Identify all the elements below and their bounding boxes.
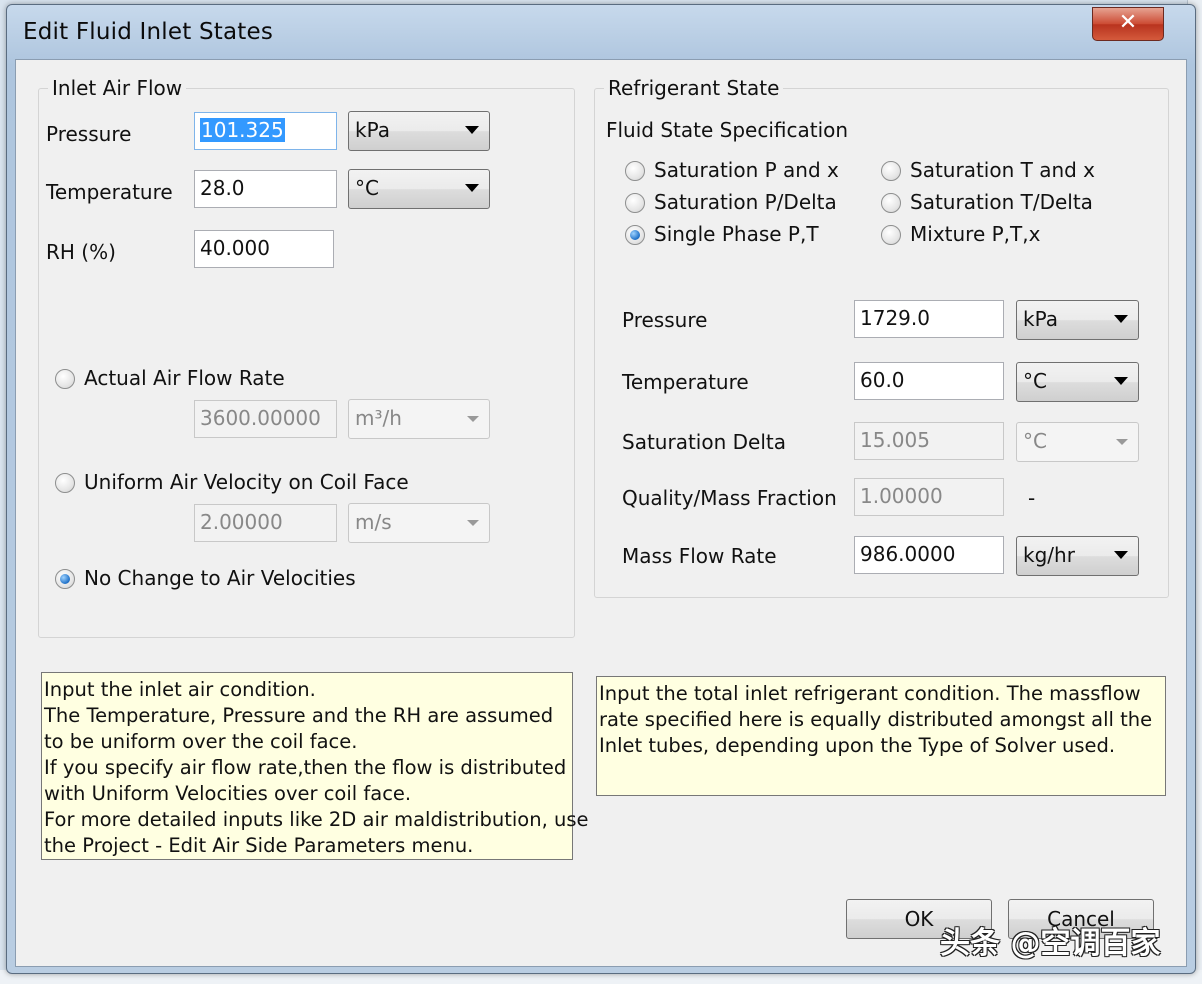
saturation-t-and-x-label: Saturation T and x xyxy=(910,158,1096,182)
close-button[interactable]: ✕ xyxy=(1092,7,1164,41)
quality-label: Quality/Mass Fraction xyxy=(622,486,837,510)
ref-pressure-value: 1729.0 xyxy=(860,306,930,330)
radio-saturation-p-delta[interactable] xyxy=(625,193,645,213)
single-phase-pt-label: Single Phase P,T xyxy=(654,222,819,246)
air-rh-value: 40.000 xyxy=(200,236,270,260)
air-pressure-unit-select[interactable]: kPa xyxy=(348,111,490,151)
radio-saturation-p-and-x[interactable] xyxy=(625,161,645,181)
radio-actual-air-flow-rate[interactable] xyxy=(55,369,75,389)
air-pressure-input[interactable]: 101.325 xyxy=(194,112,337,150)
chevron-down-icon xyxy=(1114,315,1128,323)
mixture-ptx-label: Mixture P,T,x xyxy=(910,222,1041,246)
sat-delta-unit-value: °C xyxy=(1023,429,1047,453)
ref-temperature-unit-select[interactable]: °C xyxy=(1016,362,1139,402)
radio-single-phase-pt[interactable] xyxy=(625,225,645,245)
ref-pressure-unit-select[interactable]: kPa xyxy=(1016,300,1139,340)
air-pressure-value: 101.325 xyxy=(200,118,285,142)
radio-uniform-air-velocity[interactable] xyxy=(55,473,75,493)
air-temperature-value: 28.0 xyxy=(200,176,245,200)
sat-delta-label: Saturation Delta xyxy=(622,430,786,454)
ref-temperature-value: 60.0 xyxy=(860,368,905,392)
refrigerant-help-text: Input the total inlet refrigerant condit… xyxy=(596,676,1166,796)
actual-air-flow-rate-input[interactable]: 3600.00000 xyxy=(194,400,337,438)
air-temperature-unit-value: °C xyxy=(355,176,379,200)
close-icon: ✕ xyxy=(1118,10,1138,35)
chevron-down-icon xyxy=(465,184,479,192)
actual-air-flow-rate-unit: m³/h xyxy=(355,406,402,430)
air-temperature-label: Temperature xyxy=(46,180,173,204)
mass-flow-label: Mass Flow Rate xyxy=(622,544,777,568)
mass-flow-value: 986.0000 xyxy=(860,542,956,566)
saturation-p-delta-label: Saturation P/Delta xyxy=(654,190,837,214)
actual-air-flow-rate-label: Actual Air Flow Rate xyxy=(84,366,285,390)
sat-delta-input[interactable]: 15.005 xyxy=(854,422,1004,460)
no-change-air-velocities-label: No Change to Air Velocities xyxy=(84,566,356,590)
ref-pressure-label: Pressure xyxy=(622,308,708,332)
mass-flow-unit-select[interactable]: kg/hr xyxy=(1016,536,1139,576)
watermark: 头条 @空调百家 xyxy=(940,926,1161,961)
quality-input[interactable]: 1.00000 xyxy=(854,478,1004,516)
uniform-air-velocity-unit-select[interactable]: m/s xyxy=(348,503,490,543)
chevron-down-icon xyxy=(467,416,479,422)
saturation-p-and-x-label: Saturation P and x xyxy=(654,158,839,182)
actual-air-flow-rate-value: 3600.00000 xyxy=(200,406,321,430)
air-pressure-label: Pressure xyxy=(46,122,132,146)
chevron-down-icon xyxy=(467,520,479,526)
refrigerant-group-label: Refrigerant State xyxy=(604,76,784,100)
ref-pressure-input[interactable]: 1729.0 xyxy=(854,300,1004,338)
air-group-label: Inlet Air Flow xyxy=(48,76,187,100)
fluid-state-spec-label: Fluid State Specification xyxy=(606,118,849,142)
chevron-down-icon xyxy=(1114,551,1128,559)
sat-delta-value: 15.005 xyxy=(860,428,930,452)
ref-temperature-label: Temperature xyxy=(622,370,749,394)
mass-flow-input[interactable]: 986.0000 xyxy=(854,536,1004,574)
uniform-air-velocity-value: 2.00000 xyxy=(200,510,283,534)
air-rh-label: RH (%) xyxy=(46,240,116,264)
quality-unit: - xyxy=(1028,486,1036,510)
title-bar[interactable]: Edit Fluid Inlet States ✕ xyxy=(7,5,1195,59)
air-rh-input[interactable]: 40.000 xyxy=(194,230,334,268)
dialog-client-area: Inlet Air Flow Pressure 101.325 kPa Temp… xyxy=(15,59,1187,967)
air-pressure-unit-value: kPa xyxy=(355,118,390,142)
actual-air-flow-rate-unit-select[interactable]: m³/h xyxy=(348,399,490,439)
uniform-air-velocity-label: Uniform Air Velocity on Coil Face xyxy=(84,470,409,494)
air-temperature-input[interactable]: 28.0 xyxy=(194,170,337,208)
radio-no-change-air-velocities[interactable] xyxy=(55,569,75,589)
air-help-text: Input the inlet air condition. The Tempe… xyxy=(41,672,589,860)
air-temperature-unit-select[interactable]: °C xyxy=(348,169,490,209)
chevron-down-icon xyxy=(1116,439,1128,445)
uniform-air-velocity-input[interactable]: 2.00000 xyxy=(194,504,337,542)
mass-flow-unit-value: kg/hr xyxy=(1023,543,1075,567)
dialog-window: Edit Fluid Inlet States ✕ Inlet Air Flow… xyxy=(6,4,1196,974)
ref-pressure-unit-value: kPa xyxy=(1023,307,1058,331)
dialog-title: Edit Fluid Inlet States xyxy=(23,19,274,45)
chevron-down-icon xyxy=(1114,377,1128,385)
ref-temperature-unit-value: °C xyxy=(1023,369,1047,393)
sat-delta-unit-select[interactable]: °C xyxy=(1016,422,1139,462)
radio-saturation-t-delta[interactable] xyxy=(881,193,901,213)
saturation-t-delta-label: Saturation T/Delta xyxy=(910,190,1093,214)
radio-saturation-t-and-x[interactable] xyxy=(881,161,901,181)
quality-value: 1.00000 xyxy=(860,484,943,508)
chevron-down-icon xyxy=(465,126,479,134)
ref-temperature-input[interactable]: 60.0 xyxy=(854,362,1004,400)
radio-mixture-ptx[interactable] xyxy=(881,225,901,245)
uniform-air-velocity-unit: m/s xyxy=(355,510,392,534)
